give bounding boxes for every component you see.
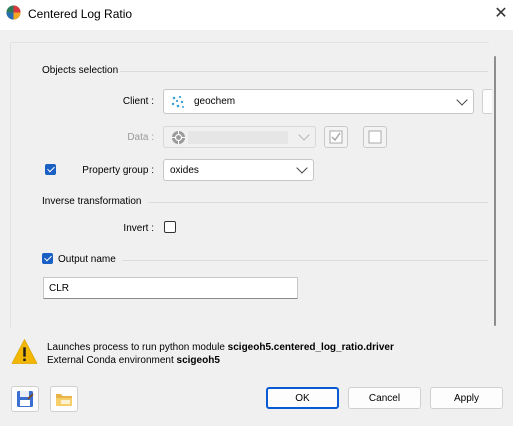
inverse-transformation-title: Inverse transformation (42, 196, 142, 207)
window-title: Centered Log Ratio (28, 7, 133, 21)
objects-selection-title: Objects selection (42, 65, 119, 76)
data-clear-button[interactable] (363, 126, 387, 148)
output-name-value: CLR (49, 283, 70, 294)
ok-button[interactable]: OK (266, 387, 339, 409)
open-settings-button[interactable] (50, 386, 78, 412)
chevron-down-icon (456, 93, 468, 106)
property-group-value: oxides (170, 165, 199, 176)
apply-button[interactable]: Apply (430, 387, 503, 409)
property-group-label: Property group : (82, 165, 154, 176)
vertical-scrollbar[interactable] (494, 56, 496, 326)
data-label: Data : (127, 132, 154, 143)
client-value: geochem (194, 96, 236, 107)
property-group-combo[interactable]: oxides (163, 159, 314, 181)
checkbox-checked-icon (329, 130, 343, 144)
output-name-checkbox[interactable] (42, 253, 53, 264)
invert-label: Invert : (123, 223, 154, 234)
client-combo[interactable]: geochem (163, 89, 474, 114)
invert-checkbox[interactable] (164, 221, 176, 233)
message-line-1: Launches process to run python module sc… (47, 342, 394, 353)
message-line-2: External Conda environment scigeoh5 (47, 355, 220, 366)
save-icon (17, 391, 34, 407)
close-icon[interactable]: ✕ (492, 4, 510, 22)
save-settings-button[interactable] (11, 386, 39, 412)
chevron-down-icon (298, 129, 310, 141)
warning-icon (11, 339, 38, 364)
output-name-input[interactable]: CLR (43, 277, 298, 299)
data-value-field (188, 131, 288, 144)
output-name-title: Output name (58, 254, 116, 265)
message-line-1-prefix: Launches process to run python module (47, 342, 228, 353)
message-module-name: scigeoh5.centered_log_ratio.driver (227, 342, 394, 353)
message-env-name: scigeoh5 (176, 355, 220, 366)
data-combo[interactable] (163, 126, 316, 148)
folder-icon (56, 394, 72, 406)
data-type-icon (171, 130, 186, 145)
data-select-all-button[interactable] (324, 126, 348, 148)
client-browse-button[interactable] (482, 89, 492, 114)
objects-selection-divider (120, 71, 488, 72)
client-label: Client : (122, 96, 154, 107)
app-logo-icon (6, 5, 21, 20)
cancel-button[interactable]: Cancel (348, 387, 421, 409)
checkbox-empty-icon (368, 130, 382, 144)
property-group-checkbox[interactable] (45, 164, 56, 175)
inverse-transformation-divider (148, 202, 488, 203)
chevron-down-icon (296, 162, 308, 174)
output-name-divider (122, 260, 488, 261)
points-icon (171, 95, 184, 108)
message-line-2-prefix: External Conda environment (47, 355, 177, 366)
